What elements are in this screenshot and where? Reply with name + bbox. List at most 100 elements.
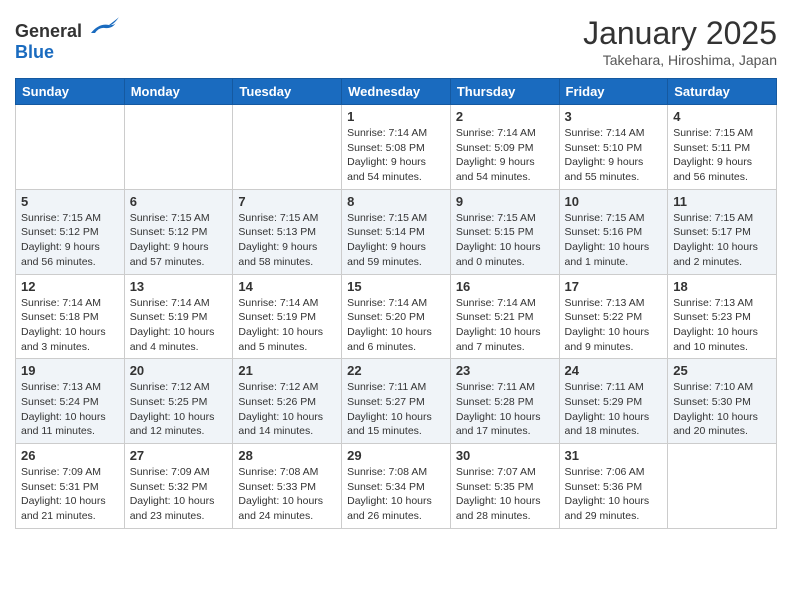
calendar-cell (233, 105, 342, 190)
cell-daylight-info: Sunrise: 7:14 AM Sunset: 5:08 PM Dayligh… (347, 126, 445, 185)
cell-date-number: 12 (21, 279, 119, 294)
calendar-cell: 8 Sunrise: 7:15 AM Sunset: 5:14 PM Daylig… (342, 189, 451, 274)
calendar-cell: 31 Sunrise: 7:06 AM Sunset: 5:36 PM Dayli… (559, 444, 668, 529)
cell-daylight-info: Sunrise: 7:15 AM Sunset: 5:16 PM Dayligh… (565, 211, 663, 270)
page-header: General Blue January 2025 Takehara, Hiro… (15, 15, 777, 68)
day-header-tuesday: Tuesday (233, 79, 342, 105)
cell-daylight-info: Sunrise: 7:14 AM Sunset: 5:09 PM Dayligh… (456, 126, 554, 185)
cell-daylight-info: Sunrise: 7:12 AM Sunset: 5:25 PM Dayligh… (130, 380, 228, 439)
cell-date-number: 28 (238, 448, 336, 463)
cell-daylight-info: Sunrise: 7:14 AM Sunset: 5:10 PM Dayligh… (565, 126, 663, 185)
cell-date-number: 14 (238, 279, 336, 294)
calendar-week-row: 12 Sunrise: 7:14 AM Sunset: 5:18 PM Dayli… (16, 274, 777, 359)
calendar-cell: 11 Sunrise: 7:15 AM Sunset: 5:17 PM Dayli… (668, 189, 777, 274)
calendar-week-row: 19 Sunrise: 7:13 AM Sunset: 5:24 PM Dayli… (16, 359, 777, 444)
day-header-monday: Monday (124, 79, 233, 105)
calendar-cell: 20 Sunrise: 7:12 AM Sunset: 5:25 PM Dayli… (124, 359, 233, 444)
cell-daylight-info: Sunrise: 7:13 AM Sunset: 5:22 PM Dayligh… (565, 296, 663, 355)
cell-daylight-info: Sunrise: 7:11 AM Sunset: 5:29 PM Dayligh… (565, 380, 663, 439)
cell-daylight-info: Sunrise: 7:13 AM Sunset: 5:24 PM Dayligh… (21, 380, 119, 439)
cell-date-number: 11 (673, 194, 771, 209)
cell-daylight-info: Sunrise: 7:15 AM Sunset: 5:13 PM Dayligh… (238, 211, 336, 270)
calendar-cell: 14Sunrise: 7:14 AM Sunset: 5:19 PM Dayli… (233, 274, 342, 359)
calendar-week-row: 26 Sunrise: 7:09 AM Sunset: 5:31 PM Dayli… (16, 444, 777, 529)
cell-daylight-info: Sunrise: 7:08 AM Sunset: 5:34 PM Dayligh… (347, 465, 445, 524)
cell-date-number: 3 (565, 109, 663, 124)
cell-date-number: 20 (130, 363, 228, 378)
cell-daylight-info: Sunrise: 7:15 AM Sunset: 5:15 PM Dayligh… (456, 211, 554, 270)
cell-date-number: 13 (130, 279, 228, 294)
calendar-cell: 13 Sunrise: 7:14 AM Sunset: 5:19 PM Dayli… (124, 274, 233, 359)
calendar-cell (16, 105, 125, 190)
cell-date-number: 6 (130, 194, 228, 209)
cell-daylight-info: Sunrise: 7:11 AM Sunset: 5:28 PM Dayligh… (456, 380, 554, 439)
logo-general: General (15, 21, 82, 41)
day-header-thursday: Thursday (450, 79, 559, 105)
calendar-cell: 22 Sunrise: 7:11 AM Sunset: 5:27 PM Dayli… (342, 359, 451, 444)
cell-date-number: 17 (565, 279, 663, 294)
cell-daylight-info: Sunrise: 7:14 AM Sunset: 5:19 PM Dayligh… (130, 296, 228, 355)
cell-date-number: 16 (456, 279, 554, 294)
day-header-friday: Friday (559, 79, 668, 105)
calendar-cell: 24 Sunrise: 7:11 AM Sunset: 5:29 PM Dayli… (559, 359, 668, 444)
calendar-cell: 7 Sunrise: 7:15 AM Sunset: 5:13 PM Daylig… (233, 189, 342, 274)
calendar-cell: 1 Sunrise: 7:14 AM Sunset: 5:08 PM Daylig… (342, 105, 451, 190)
calendar-cell: 28 Sunrise: 7:08 AM Sunset: 5:33 PM Dayli… (233, 444, 342, 529)
calendar-cell: 15 Sunrise: 7:14 AM Sunset: 5:20 PM Dayli… (342, 274, 451, 359)
logo-blue: Blue (15, 42, 54, 62)
cell-daylight-info: Sunrise: 7:15 AM Sunset: 5:12 PM Dayligh… (21, 211, 119, 270)
cell-date-number: 19 (21, 363, 119, 378)
calendar-cell: 4 Sunrise: 7:15 AM Sunset: 5:11 PM Daylig… (668, 105, 777, 190)
cell-date-number: 7 (238, 194, 336, 209)
cell-date-number: 27 (130, 448, 228, 463)
cell-daylight-info: Sunrise: 7:09 AM Sunset: 5:31 PM Dayligh… (21, 465, 119, 524)
calendar-week-row: 1 Sunrise: 7:14 AM Sunset: 5:08 PM Daylig… (16, 105, 777, 190)
calendar-cell: 23 Sunrise: 7:11 AM Sunset: 5:28 PM Dayli… (450, 359, 559, 444)
cell-date-number: 26 (21, 448, 119, 463)
cell-daylight-info: Sunrise: 7:09 AM Sunset: 5:32 PM Dayligh… (130, 465, 228, 524)
cell-daylight-info: Sunrise: 7:07 AM Sunset: 5:35 PM Dayligh… (456, 465, 554, 524)
cell-date-number: 8 (347, 194, 445, 209)
calendar-cell: 2 Sunrise: 7:14 AM Sunset: 5:09 PM Daylig… (450, 105, 559, 190)
calendar-cell: 3 Sunrise: 7:14 AM Sunset: 5:10 PM Daylig… (559, 105, 668, 190)
cell-daylight-info: Sunrise: 7:10 AM Sunset: 5:30 PM Dayligh… (673, 380, 771, 439)
cell-daylight-info: Sunrise: 7:14 AM Sunset: 5:20 PM Dayligh… (347, 296, 445, 355)
cell-date-number: 24 (565, 363, 663, 378)
cell-daylight-info: Sunrise: 7:11 AM Sunset: 5:27 PM Dayligh… (347, 380, 445, 439)
cell-date-number: 5 (21, 194, 119, 209)
calendar-cell (124, 105, 233, 190)
location-title: Takehara, Hiroshima, Japan (583, 52, 777, 68)
cell-daylight-info: Sunrise: 7:08 AM Sunset: 5:33 PM Dayligh… (238, 465, 336, 524)
day-header-saturday: Saturday (668, 79, 777, 105)
calendar-cell: 9 Sunrise: 7:15 AM Sunset: 5:15 PM Daylig… (450, 189, 559, 274)
cell-daylight-info: Sunrise: 7:15 AM Sunset: 5:14 PM Dayligh… (347, 211, 445, 270)
calendar-cell: 26 Sunrise: 7:09 AM Sunset: 5:31 PM Dayli… (16, 444, 125, 529)
cell-daylight-info: Sunrise: 7:06 AM Sunset: 5:36 PM Dayligh… (565, 465, 663, 524)
cell-date-number: 21 (238, 363, 336, 378)
calendar-cell: 5 Sunrise: 7:15 AM Sunset: 5:12 PM Daylig… (16, 189, 125, 274)
calendar-header-row: SundayMondayTuesdayWednesdayThursdayFrid… (16, 79, 777, 105)
cell-date-number: 22 (347, 363, 445, 378)
day-header-sunday: Sunday (16, 79, 125, 105)
cell-date-number: 2 (456, 109, 554, 124)
cell-date-number: 29 (347, 448, 445, 463)
calendar-cell: 12 Sunrise: 7:14 AM Sunset: 5:18 PM Dayli… (16, 274, 125, 359)
calendar-cell: 17 Sunrise: 7:13 AM Sunset: 5:22 PM Dayli… (559, 274, 668, 359)
cell-date-number: 1 (347, 109, 445, 124)
cell-date-number: 4 (673, 109, 771, 124)
calendar-cell: 6Sunrise: 7:15 AM Sunset: 5:12 PM Daylig… (124, 189, 233, 274)
cell-daylight-info: Sunrise: 7:14 AM Sunset: 5:18 PM Dayligh… (21, 296, 119, 355)
cell-daylight-info: Sunrise: 7:12 AM Sunset: 5:26 PM Dayligh… (238, 380, 336, 439)
cell-daylight-info: Sunrise: 7:14 AM Sunset: 5:21 PM Dayligh… (456, 296, 554, 355)
cell-date-number: 31 (565, 448, 663, 463)
logo-bird-icon (89, 15, 119, 37)
calendar-cell: 18Sunrise: 7:13 AM Sunset: 5:23 PM Dayli… (668, 274, 777, 359)
logo-text: General Blue (15, 15, 119, 63)
cell-daylight-info: Sunrise: 7:15 AM Sunset: 5:17 PM Dayligh… (673, 211, 771, 270)
cell-date-number: 23 (456, 363, 554, 378)
cell-date-number: 15 (347, 279, 445, 294)
calendar-table: SundayMondayTuesdayWednesdayThursdayFrid… (15, 78, 777, 529)
cell-daylight-info: Sunrise: 7:13 AM Sunset: 5:23 PM Dayligh… (673, 296, 771, 355)
cell-date-number: 9 (456, 194, 554, 209)
cell-daylight-info: Sunrise: 7:15 AM Sunset: 5:11 PM Dayligh… (673, 126, 771, 185)
